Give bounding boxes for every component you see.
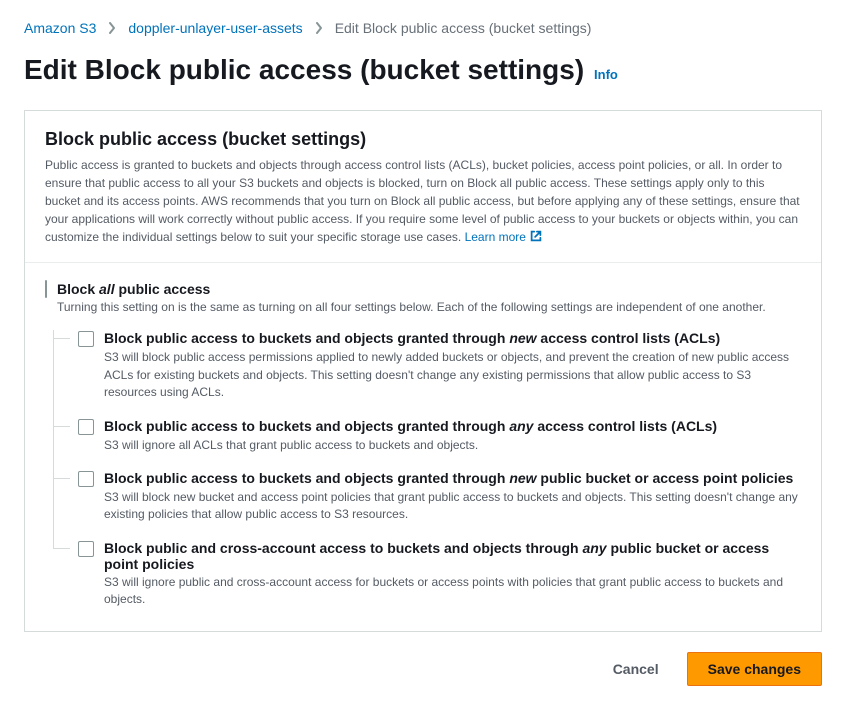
option-new-acls: Block public access to buckets and objec… <box>54 330 801 401</box>
page-header: Edit Block public access (bucket setting… <box>24 54 822 86</box>
panel-description: Public access is granted to buckets and … <box>45 156 801 246</box>
option-description: S3 will block public access permissions … <box>104 349 801 401</box>
option-label: Block all public access <box>57 281 766 297</box>
option-label: Block public access to buckets and objec… <box>104 330 720 346</box>
option-description: S3 will block new bucket and access poin… <box>104 489 801 524</box>
option-block-all: Block all public access Turning this set… <box>45 281 801 316</box>
option-any-policies: Block public and cross-account access to… <box>54 540 801 609</box>
checkbox-new-acls[interactable] <box>78 331 94 347</box>
highlight-annotation <box>38 274 54 304</box>
panel-title: Block public access (bucket settings) <box>45 129 801 150</box>
external-link-icon <box>529 229 543 243</box>
checkbox-any-acls[interactable] <box>78 419 94 435</box>
save-button[interactable]: Save changes <box>687 652 822 686</box>
child-options: Block public access to buckets and objec… <box>53 330 801 608</box>
option-label: Block public access to buckets and objec… <box>104 470 793 486</box>
info-link[interactable]: Info <box>594 67 618 82</box>
options: Block all public access Turning this set… <box>25 263 821 631</box>
checkbox-new-policies[interactable] <box>78 471 94 487</box>
chevron-right-icon <box>315 22 323 34</box>
footer-actions: Cancel Save changes <box>24 652 822 686</box>
cancel-button[interactable]: Cancel <box>593 652 679 686</box>
breadcrumb: Amazon S3 doppler-unlayer-user-assets Ed… <box>24 20 822 36</box>
option-new-policies: Block public access to buckets and objec… <box>54 470 801 524</box>
breadcrumb-item-s3[interactable]: Amazon S3 <box>24 20 96 36</box>
checkbox-block-all[interactable] <box>45 280 47 298</box>
page-title: Edit Block public access (bucket setting… <box>24 54 584 85</box>
breadcrumb-item-current: Edit Block public access (bucket setting… <box>335 20 592 36</box>
panel-header: Block public access (bucket settings) Pu… <box>25 111 821 263</box>
option-any-acls: Block public access to buckets and objec… <box>54 418 801 454</box>
breadcrumb-item-bucket[interactable]: doppler-unlayer-user-assets <box>128 20 302 36</box>
chevron-right-icon <box>108 22 116 34</box>
settings-panel: Block public access (bucket settings) Pu… <box>24 110 822 632</box>
option-description: S3 will ignore all ACLs that grant publi… <box>104 437 801 454</box>
learn-more-link[interactable]: Learn more <box>465 230 544 244</box>
option-description: S3 will ignore public and cross-account … <box>104 574 801 609</box>
checkbox-any-policies[interactable] <box>78 541 94 557</box>
option-label: Block public access to buckets and objec… <box>104 418 717 434</box>
option-label: Block public and cross-account access to… <box>104 540 801 572</box>
option-description: Turning this setting on is the same as t… <box>57 299 766 316</box>
